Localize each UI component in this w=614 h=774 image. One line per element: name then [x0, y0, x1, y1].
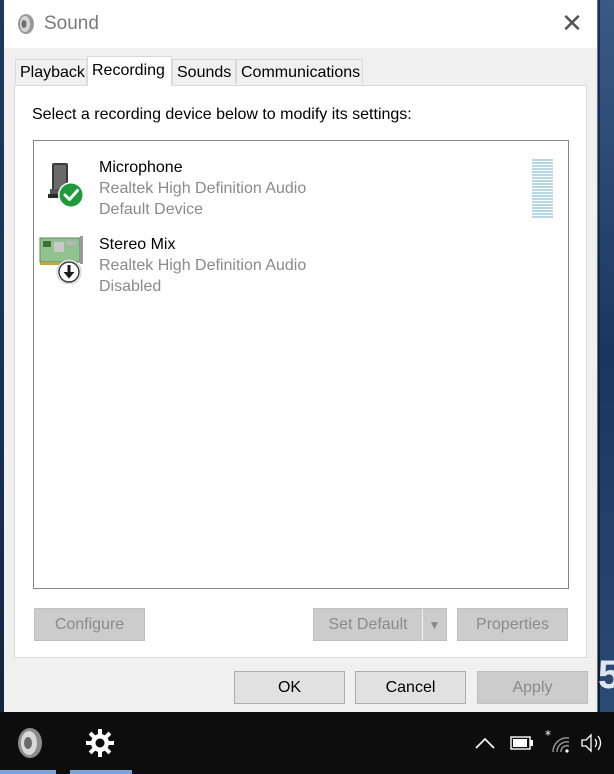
active-app-indicator	[0, 770, 56, 774]
microphone-icon	[48, 163, 84, 207]
tab-recording[interactable]: Recording	[87, 56, 172, 86]
button-label: Cancel	[385, 678, 436, 696]
active-app-indicator	[70, 770, 132, 774]
battery-icon[interactable]	[510, 736, 534, 750]
volume-icon[interactable]	[580, 733, 606, 753]
properties-button[interactable]: Properties	[457, 608, 568, 641]
desktop-glyph: 5	[598, 655, 614, 695]
speaker-icon	[18, 14, 34, 34]
cancel-button[interactable]: Cancel	[355, 671, 466, 704]
close-button[interactable]: ✕	[552, 6, 592, 42]
tab-label: Playback	[20, 64, 85, 81]
tab-label: Sounds	[177, 64, 232, 81]
device-name: Microphone	[99, 159, 183, 176]
svg-text:*: *	[545, 730, 551, 742]
set-default-button[interactable]: Set Default	[313, 608, 423, 641]
device-driver: Realtek High Definition Audio	[99, 180, 307, 197]
window-title: Sound	[44, 13, 99, 34]
wifi-icon[interactable]: *	[545, 730, 571, 754]
apply-button[interactable]: Apply	[477, 671, 588, 704]
title-bar[interactable]: Sound ✕	[4, 0, 597, 48]
close-icon: ✕	[561, 9, 583, 39]
button-label: Configure	[54, 615, 125, 633]
list-item-stereo-mix[interactable]: Stereo Mix Realtek High Definition Audio…	[34, 226, 568, 296]
settings-gear-icon	[86, 729, 114, 757]
taskbar-app-settings[interactable]	[70, 712, 132, 774]
tab-label: Communications	[241, 64, 361, 81]
chevron-down-icon: ▼	[428, 617, 441, 632]
taskbar: *	[0, 712, 614, 774]
disabled-arrow-badge-icon	[56, 259, 82, 284]
button-label: Apply	[512, 678, 553, 696]
checkmark-badge-icon	[58, 182, 84, 207]
sound-card-icon	[39, 236, 83, 284]
desktop-background-strip	[600, 0, 614, 712]
tab-communications[interactable]: Communications	[236, 59, 363, 84]
speaker-app-icon	[18, 728, 42, 758]
taskbar-app-sound[interactable]	[0, 712, 60, 774]
device-driver: Realtek High Definition Audio	[99, 257, 307, 274]
tab-playback[interactable]: Playback	[15, 59, 87, 84]
device-name: Stereo Mix	[99, 236, 176, 253]
sound-dialog: Sound ✕ Playback Recording Sounds Commun…	[4, 0, 598, 712]
device-list[interactable]: Microphone Realtek High Definition Audio…	[33, 140, 569, 589]
list-item-microphone[interactable]: Microphone Realtek High Definition Audio…	[34, 149, 568, 219]
device-status: Disabled	[99, 278, 162, 295]
level-meter	[532, 159, 553, 219]
set-default-dropdown-button[interactable]: ▼	[422, 608, 447, 641]
button-label: OK	[277, 678, 302, 696]
tab-label: Recording	[92, 62, 165, 79]
chevron-up-icon[interactable]	[474, 736, 496, 750]
instruction-text: Select a recording device below to modif…	[32, 106, 412, 123]
device-status: Default Device	[99, 201, 204, 218]
button-label: Set Default	[328, 615, 408, 633]
configure-button[interactable]: Configure	[34, 608, 145, 641]
button-label: Properties	[476, 615, 549, 633]
tab-sounds[interactable]: Sounds	[172, 59, 236, 84]
ok-button[interactable]: OK	[234, 671, 345, 704]
